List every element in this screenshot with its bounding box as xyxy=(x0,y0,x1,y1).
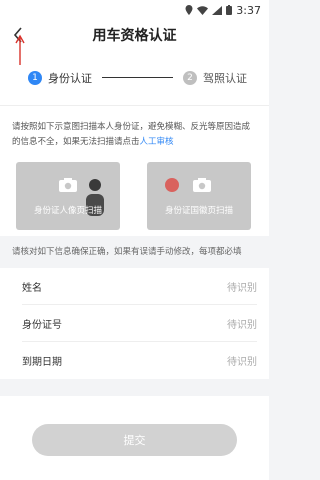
id-number-field[interactable]: 待识别 xyxy=(227,316,257,331)
scan-back-card[interactable]: 身份证国徽页扫描 xyxy=(147,162,251,230)
step-license: 2 驾照认证 xyxy=(183,70,247,86)
scan-back-label: 身份证国徽页扫描 xyxy=(164,206,233,216)
expiry-date-field[interactable]: 待识别 xyxy=(227,353,257,368)
step-identity: 1 身份认证 xyxy=(28,70,92,86)
notice-text: 请按照如下示意图扫描本人身份证，避免模糊、反光等原因造成的信息不全，如果无法扫描… xyxy=(12,120,255,150)
scan-front-card[interactable]: 身份证人像页扫描 xyxy=(16,162,120,230)
status-bar: 3:37 xyxy=(0,0,269,20)
status-time: 3:37 xyxy=(236,3,261,17)
manual-review-link[interactable]: 人工审核 xyxy=(140,137,174,147)
page-title: 用车资格认证 xyxy=(92,28,177,44)
field-label: 身份证号 xyxy=(22,319,62,331)
scan-front-label: 身份证人像页扫描 xyxy=(33,206,102,216)
camera-icon xyxy=(59,178,77,192)
notice-body: 请按照如下示意图扫描本人身份证，避免模糊、反光等原因造成的信息不全，如果无法扫描… xyxy=(12,122,251,147)
scan-notice: 请按照如下示意图扫描本人身份证，避免模糊、反光等原因造成的信息不全，如果无法扫描… xyxy=(0,106,269,236)
step-number: 2 xyxy=(183,70,197,85)
stepper: 1 身份认证 2 驾照认证 xyxy=(0,50,269,106)
annotation-arrow-icon xyxy=(15,34,25,65)
camera-icon xyxy=(193,178,211,192)
battery-icon xyxy=(226,5,233,15)
signal-icon xyxy=(212,5,223,15)
step-number: 1 xyxy=(28,70,42,85)
form-row-name[interactable]: 姓名 待识别 xyxy=(22,268,257,305)
location-icon xyxy=(185,5,193,15)
step-label: 驾照认证 xyxy=(203,71,247,85)
field-label: 到期日期 xyxy=(22,357,62,368)
scan-cards: 身份证人像页扫描 身份证国徽页扫描 xyxy=(12,162,255,230)
step-label: 身份认证 xyxy=(48,71,92,85)
bottom-bar: 提交 xyxy=(0,396,269,480)
app-bar: 用车资格认证 xyxy=(0,20,269,50)
wifi-icon xyxy=(197,5,209,15)
submit-button[interactable]: 提交 xyxy=(32,424,237,456)
emblem-icon xyxy=(165,178,179,192)
field-label: 姓名 xyxy=(22,282,42,294)
form-row-expiry[interactable]: 到期日期 待识别 xyxy=(22,342,257,379)
info-form: 姓名 待识别 身份证号 待识别 到期日期 待识别 xyxy=(0,268,269,379)
step-connector xyxy=(102,77,173,78)
form-row-id-number[interactable]: 身份证号 待识别 xyxy=(22,305,257,342)
verify-hint: 请核对如下信息确保正确，如果有误请手动修改，每项都必填 xyxy=(12,247,242,257)
name-field[interactable]: 待识别 xyxy=(227,279,257,294)
